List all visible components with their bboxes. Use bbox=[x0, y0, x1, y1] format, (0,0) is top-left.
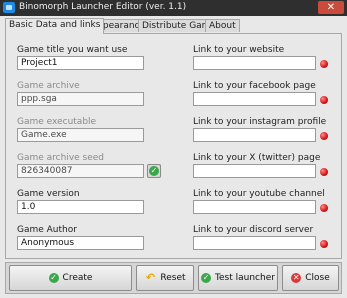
twitter-input[interactable] bbox=[193, 164, 316, 178]
youtube-label: Link to your youtube channel bbox=[193, 189, 325, 199]
website-status-icon bbox=[320, 60, 328, 68]
archive-seed-input[interactable]: 826340087 bbox=[17, 164, 144, 178]
youtube-status-icon bbox=[320, 204, 328, 212]
green-check-icon: ✓ bbox=[48, 273, 59, 283]
game-version-label: Game version bbox=[17, 189, 80, 199]
tab-about[interactable]: About bbox=[205, 19, 240, 32]
website-label: Link to your website bbox=[193, 45, 285, 55]
discord-status-icon bbox=[320, 240, 328, 248]
instagram-input[interactable] bbox=[193, 128, 316, 142]
youtube-input[interactable] bbox=[193, 200, 316, 214]
game-archive-input[interactable]: ppp.sga bbox=[17, 92, 144, 106]
confirm-seed-button[interactable]: ✓ bbox=[147, 164, 161, 178]
tab-basic-data[interactable]: Basic Data and links bbox=[5, 18, 105, 34]
undo-icon: ↶ bbox=[145, 271, 156, 284]
red-x-icon: ✕ bbox=[291, 273, 302, 283]
discord-input[interactable] bbox=[193, 236, 316, 250]
close-label: Close bbox=[305, 273, 330, 283]
launcher-editor-window: Binomorph Launcher Editor (ver. 1.1) ✕ B… bbox=[0, 0, 347, 298]
test-launcher-label: Test launcher bbox=[215, 273, 275, 283]
game-executable-label: Game executable bbox=[17, 117, 97, 127]
green-check-icon: ✓ bbox=[149, 166, 159, 176]
action-button-bar: ✓ Create ↶ Reset ✓ Test launcher ✕ Close bbox=[5, 262, 342, 294]
game-title-label: Game title you want use bbox=[17, 45, 128, 55]
green-check-icon: ✓ bbox=[201, 273, 212, 283]
game-archive-label: Game archive bbox=[17, 81, 80, 91]
instagram-label: Link to your instagram profile bbox=[193, 117, 327, 127]
twitter-label: Link to your X (twitter) page bbox=[193, 153, 321, 163]
game-executable-input[interactable]: Game.exe bbox=[17, 128, 144, 142]
facebook-input[interactable] bbox=[193, 92, 316, 106]
basic-data-panel: Game title you want use Project1 Game ar… bbox=[5, 33, 342, 259]
game-author-label: Game Author bbox=[17, 225, 77, 235]
test-launcher-button[interactable]: ✓ Test launcher bbox=[198, 265, 278, 291]
game-title-input[interactable]: Project1 bbox=[17, 56, 144, 70]
close-button[interactable]: ✕ Close bbox=[282, 265, 339, 291]
reset-button[interactable]: ↶ Reset bbox=[136, 265, 194, 291]
facebook-label: Link to your facebook page bbox=[193, 81, 316, 91]
game-version-input[interactable]: 1.0 bbox=[17, 200, 144, 214]
twitter-status-icon bbox=[320, 168, 328, 176]
window-close-button[interactable]: ✕ bbox=[318, 1, 344, 14]
archive-seed-label: Game archive seed bbox=[17, 153, 105, 163]
game-author-input[interactable]: Anonymous bbox=[17, 236, 144, 250]
title-bar: Binomorph Launcher Editor (ver. 1.1) ✕ bbox=[0, 0, 347, 16]
instagram-status-icon bbox=[320, 132, 328, 140]
create-button[interactable]: ✓ Create bbox=[9, 265, 132, 291]
discord-label: Link to your discord server bbox=[193, 225, 314, 235]
app-icon bbox=[3, 2, 15, 13]
window-title: Binomorph Launcher Editor (ver. 1.1) bbox=[19, 2, 187, 12]
facebook-status-icon bbox=[320, 96, 328, 104]
website-input[interactable] bbox=[193, 56, 316, 70]
reset-label: Reset bbox=[160, 273, 186, 283]
create-label: Create bbox=[62, 273, 93, 283]
